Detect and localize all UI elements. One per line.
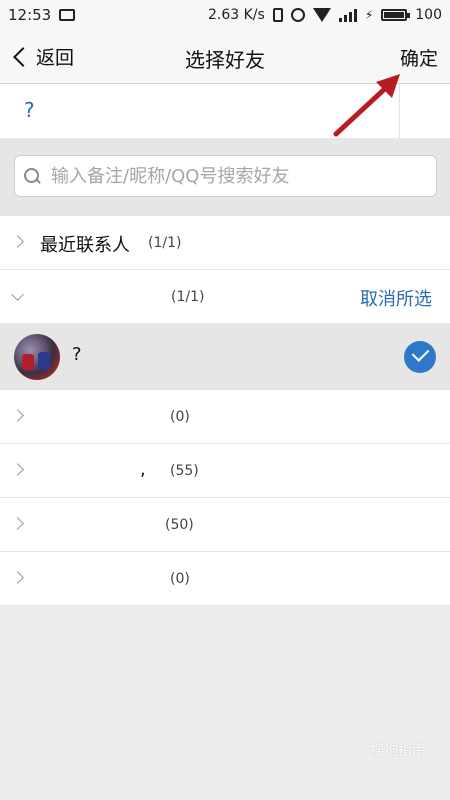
confirm-button[interactable]: 确定 — [400, 44, 438, 71]
wifi-icon — [312, 8, 331, 22]
group-count: (50) — [165, 517, 194, 533]
group-count: (1/1) — [171, 289, 205, 305]
chevron-right-icon — [11, 235, 24, 248]
group-row-expanded[interactable]: (1/1) 取消所选 — [0, 270, 450, 324]
friend-row[interactable]: ? — [0, 324, 450, 390]
signal-icon — [338, 8, 357, 22]
charging-icon: ⚡ — [364, 8, 374, 22]
battery-percent: 100 — [415, 7, 442, 23]
group-row[interactable]: (50) — [0, 498, 450, 552]
group-row[interactable]: , (55) — [0, 444, 450, 498]
search-area — [0, 138, 450, 216]
chevron-right-icon — [11, 571, 24, 584]
group-row-recent[interactable]: 最近联系人 (1/1) — [0, 216, 450, 270]
group-count: (0) — [170, 409, 190, 425]
watermark: 搜狗指南 — [370, 743, 426, 759]
friend-name: ? — [72, 344, 82, 365]
chevron-right-icon — [11, 517, 24, 530]
avatar — [14, 334, 60, 380]
status-bar: 12:53 2.63 K/s ⚡ 100 — [0, 0, 450, 30]
network-speed: 2.63 K/s — [208, 7, 265, 23]
checkmark-icon[interactable] — [404, 341, 436, 373]
vibrate-icon — [272, 8, 283, 22]
group-count: (55) — [170, 463, 199, 479]
group-row[interactable]: (0) — [0, 390, 450, 444]
status-right: 2.63 K/s ⚡ 100 — [208, 7, 442, 23]
search-box[interactable] — [14, 155, 437, 197]
search-icon — [23, 167, 41, 185]
friend-group-list: 最近联系人 (1/1) (1/1) 取消所选 ? (0) , (55) (50)… — [0, 216, 450, 606]
chevron-right-icon — [11, 409, 24, 422]
selected-friend-item[interactable]: ? — [24, 98, 35, 122]
chevron-down-icon — [11, 288, 24, 301]
battery-icon — [381, 9, 411, 21]
group-label: 最近联系人 — [40, 235, 130, 256]
group-row[interactable]: (0) — [0, 552, 450, 606]
page-title: 选择好友 — [185, 48, 265, 72]
group-count: (1/1) — [148, 235, 182, 251]
status-time: 12:53 — [8, 6, 52, 24]
group-label: , — [140, 459, 146, 480]
alarm-icon — [290, 8, 305, 22]
search-input[interactable] — [51, 165, 411, 187]
annotation-arrow-icon — [333, 74, 400, 137]
message-icon — [59, 9, 76, 21]
chevron-right-icon — [11, 463, 24, 476]
group-count: (0) — [170, 571, 190, 587]
deselect-all-button[interactable]: 取消所选 — [360, 285, 432, 311]
